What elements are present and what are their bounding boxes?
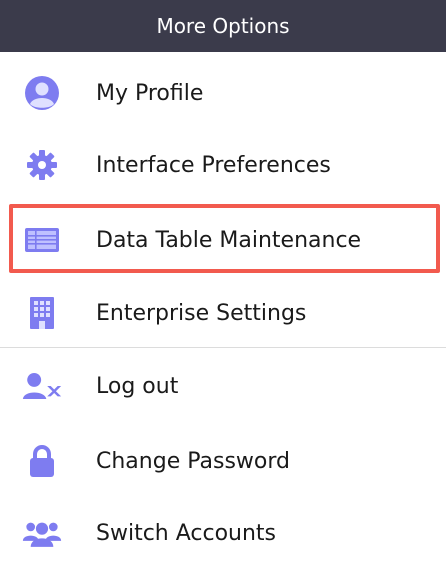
users-group-icon — [22, 513, 62, 553]
menu-item-data-table-maintenance[interactable]: Data Table Maintenance — [0, 203, 446, 277]
menu-item-label: Data Table Maintenance — [96, 227, 362, 253]
menu-item-label: Change Password — [96, 448, 290, 474]
menu-item-label: Enterprise Settings — [96, 300, 307, 326]
menu-item-enterprise-settings[interactable]: Enterprise Settings — [0, 276, 446, 350]
menu-item-interface-preferences[interactable]: Interface Preferences — [0, 128, 446, 202]
menu-item-my-profile[interactable]: My Profile — [0, 56, 446, 130]
user-circle-icon — [22, 73, 62, 113]
building-icon — [22, 293, 62, 333]
menu-item-change-password[interactable]: Change Password — [0, 424, 446, 498]
menu-item-log-out[interactable]: Log out — [0, 349, 446, 423]
menu-title: More Options — [156, 14, 290, 38]
menu-item-label: Switch Accounts — [96, 520, 277, 546]
menu-header: More Options — [0, 0, 446, 52]
menu-divider — [0, 347, 446, 348]
menu-item-switch-accounts[interactable]: Switch Accounts — [0, 496, 446, 570]
lock-icon — [22, 441, 62, 481]
menu-item-label: Interface Preferences — [96, 152, 331, 178]
user-remove-icon — [22, 366, 62, 406]
data-table-icon — [22, 220, 62, 260]
menu-item-label: Log out — [96, 373, 179, 399]
menu-item-label: My Profile — [96, 80, 204, 106]
gear-icon — [22, 145, 62, 185]
